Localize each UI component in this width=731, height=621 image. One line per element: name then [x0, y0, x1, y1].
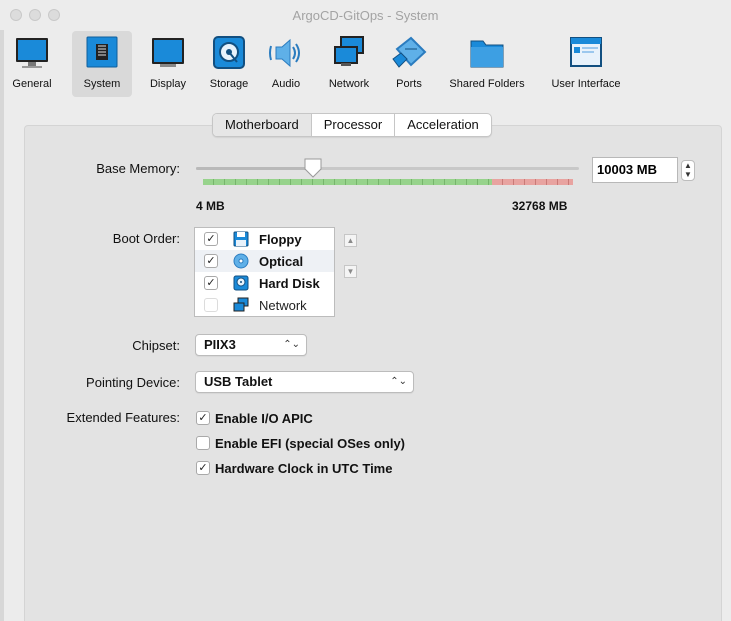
- boot-item-optical[interactable]: ✓ Optical: [195, 250, 334, 272]
- toolbar-network[interactable]: Network: [320, 31, 378, 97]
- boot-optical-checkbox[interactable]: ✓: [204, 254, 218, 268]
- monitor-icon: [14, 35, 50, 71]
- feature-utc-clock[interactable]: ✓ Hardware Clock in UTC Time: [196, 459, 392, 477]
- close-window-button[interactable]: [10, 9, 22, 21]
- toolbar-storage[interactable]: Storage: [204, 31, 254, 97]
- boot-floppy-checkbox[interactable]: ✓: [204, 232, 218, 246]
- boot-item-floppy[interactable]: ✓ Floppy: [195, 228, 334, 250]
- system-tabs: Motherboard Processor Acceleration: [212, 113, 492, 137]
- boot-order-list: ✓ Floppy ✓ Optical ✓ Hard Disk Network: [194, 227, 335, 317]
- disk-icon: [211, 35, 247, 71]
- hard-disk-icon: [233, 275, 249, 291]
- window-controls: [10, 9, 60, 21]
- stepper-up-icon[interactable]: ▲: [682, 161, 694, 170]
- folder-icon: [469, 35, 505, 71]
- settings-window: ArgoCD-GitOps - System General System Di…: [0, 0, 731, 621]
- minimize-window-button[interactable]: [29, 9, 41, 21]
- floppy-icon: [233, 231, 249, 247]
- feature-label: Enable EFI (special OSes only): [215, 435, 406, 451]
- ports-icon: [391, 35, 427, 71]
- stepper-down-icon[interactable]: ▼: [682, 170, 694, 179]
- optical-icon: [233, 253, 249, 269]
- toolbar-display[interactable]: Display: [143, 31, 193, 97]
- boot-order-label: Boot Order:: [112, 231, 180, 246]
- toolbar-general[interactable]: General: [10, 31, 54, 97]
- toolbar-system[interactable]: System: [72, 31, 132, 97]
- memory-max-label: 32768 MB: [512, 199, 568, 213]
- utc-clock-checkbox[interactable]: ✓: [196, 461, 210, 475]
- boot-network-checkbox[interactable]: [204, 298, 218, 312]
- tab-acceleration[interactable]: Acceleration: [395, 114, 491, 136]
- memory-slider-fill: [196, 167, 313, 170]
- tab-processor[interactable]: Processor: [312, 114, 396, 136]
- titlebar: ArgoCD-GitOps - System: [0, 0, 731, 30]
- pointing-device-value: USB Tablet: [204, 374, 273, 389]
- toolbar-audio[interactable]: Audio: [264, 31, 308, 97]
- move-up-button[interactable]: ▲: [344, 234, 357, 247]
- base-memory-label: Base Memory:: [96, 161, 180, 176]
- feature-label: Enable I/O APIC: [215, 410, 313, 426]
- tab-motherboard[interactable]: Motherboard: [213, 114, 312, 136]
- boot-item-hard-disk[interactable]: ✓ Hard Disk: [195, 272, 334, 294]
- zoom-window-button[interactable]: [48, 9, 60, 21]
- ui-icon: [568, 35, 604, 71]
- base-memory-input[interactable]: 10003 MB: [592, 157, 678, 183]
- boot-item-label: Hard Disk: [259, 275, 320, 291]
- chevron-updown-icon: ⌃⌄: [283, 339, 300, 350]
- network-icon: [331, 35, 367, 71]
- boot-item-label: Optical: [259, 253, 304, 269]
- pointing-device-label: Pointing Device:: [86, 375, 180, 390]
- efi-checkbox[interactable]: [196, 436, 210, 450]
- feature-io-apic[interactable]: ✓ Enable I/O APIC: [196, 409, 313, 427]
- boot-item-label: Network: [259, 297, 307, 313]
- memory-stepper[interactable]: ▲ ▼: [681, 160, 695, 181]
- pointing-device-select[interactable]: USB Tablet ⌃⌄: [195, 371, 414, 393]
- network-icon: [233, 297, 249, 313]
- feature-efi[interactable]: Enable EFI (special OSes only): [196, 434, 405, 452]
- memory-recommended-range: [203, 179, 492, 185]
- feature-label: Hardware Clock in UTC Time: [215, 460, 393, 476]
- memory-slider-thumb[interactable]: [304, 158, 322, 178]
- memory-min-label: 4 MB: [196, 199, 225, 213]
- speaker-icon: [268, 35, 304, 71]
- window-title: ArgoCD-GitOps - System: [292, 7, 439, 23]
- chevron-updown-icon: ⌃⌄: [390, 376, 407, 387]
- toolbar-ports[interactable]: Ports: [389, 31, 429, 97]
- display-icon: [150, 35, 186, 71]
- window-edge: [0, 30, 4, 621]
- move-down-button[interactable]: ▼: [344, 265, 357, 278]
- io-apic-checkbox[interactable]: ✓: [196, 411, 210, 425]
- boot-hard-disk-checkbox[interactable]: ✓: [204, 276, 218, 290]
- boot-item-label: Floppy: [259, 231, 302, 247]
- extended-features-label: Extended Features:: [66, 410, 180, 425]
- chip-icon: [84, 35, 120, 71]
- chipset-label: Chipset:: [132, 338, 180, 353]
- memory-excess-range: [491, 179, 573, 185]
- chipset-select[interactable]: PIIX3 ⌃⌄: [195, 334, 307, 356]
- boot-item-network[interactable]: Network: [195, 294, 334, 316]
- chipset-value: PIIX3: [204, 337, 236, 352]
- toolbar-shared-folders[interactable]: Shared Folders: [442, 31, 532, 97]
- toolbar-user-interface[interactable]: User Interface: [546, 31, 626, 97]
